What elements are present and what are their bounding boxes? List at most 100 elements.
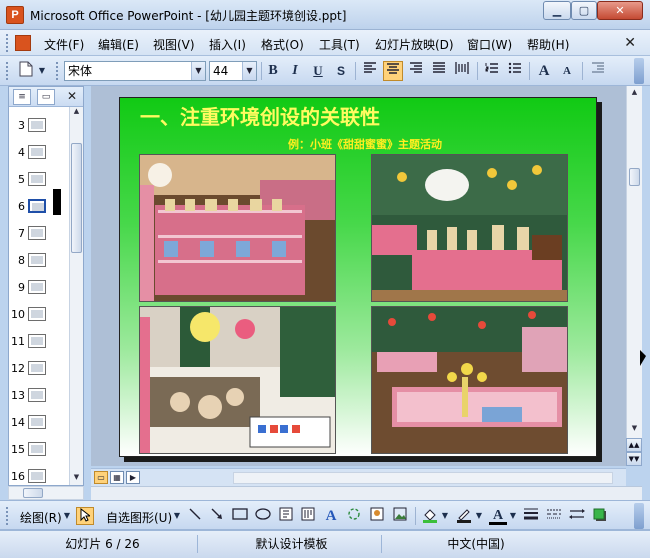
slide-thumbnail[interactable]: 9 xyxy=(9,277,69,297)
slide-thumbnail[interactable]: 4 xyxy=(9,142,69,162)
slide-thumbnail[interactable]: 11 xyxy=(9,331,69,351)
next-slide-icon[interactable]: ▼▼ xyxy=(626,452,642,466)
chevron-down-icon[interactable]: ▼ xyxy=(440,507,450,525)
clipart-icon[interactable] xyxy=(368,507,386,525)
chevron-down-icon[interactable]: ▼ xyxy=(242,62,256,80)
scroll-thumb[interactable] xyxy=(629,168,640,186)
dash-style-icon[interactable] xyxy=(545,507,563,525)
new-file-icon[interactable] xyxy=(16,61,36,81)
slide-title[interactable]: 一、注重环境创设的关联性 xyxy=(140,101,380,130)
bullets-icon[interactable] xyxy=(505,61,525,81)
toolbar-dropdown-icon[interactable]: ▼ xyxy=(37,61,47,81)
line-style-icon[interactable] xyxy=(522,507,540,525)
decrease-font-button[interactable]: A xyxy=(557,61,577,81)
document-icon[interactable] xyxy=(15,35,31,51)
line-color-icon[interactable] xyxy=(455,507,473,525)
normal-view-icon[interactable]: ▭ xyxy=(94,471,108,484)
close-window-button[interactable]: ✕ xyxy=(597,1,643,20)
slide-hscroll[interactable] xyxy=(233,472,613,484)
toolbar-grip[interactable] xyxy=(6,62,9,80)
autoshapes-menu-button[interactable]: 自选图形(U) xyxy=(106,509,172,526)
align-center-icon[interactable] xyxy=(383,61,403,81)
menu-format[interactable]: 格式(O) xyxy=(261,36,304,53)
scroll-up-icon[interactable]: ▲ xyxy=(71,107,82,119)
chevron-down-icon[interactable]: ▼ xyxy=(508,507,518,525)
line-tool-icon[interactable] xyxy=(186,507,204,525)
design-template-status[interactable]: 默认设计模板 xyxy=(202,535,382,553)
menu-file[interactable]: 文件(F) xyxy=(44,36,84,53)
align-left-icon[interactable] xyxy=(360,61,380,81)
slides-tab-icon[interactable]: ▭ xyxy=(37,89,55,105)
shadow-button[interactable]: S xyxy=(331,61,351,81)
close-document-icon[interactable]: ✕ xyxy=(624,35,636,51)
slide-thumbnail[interactable]: 7 xyxy=(9,223,69,243)
outline-tab-icon[interactable]: ≡ xyxy=(13,89,31,105)
toolbar-grip[interactable] xyxy=(6,507,9,525)
slideshow-view-icon[interactable]: ▶ xyxy=(126,471,140,484)
sweet-shop-display-photo[interactable] xyxy=(371,154,568,302)
bold-button[interactable]: B xyxy=(263,61,283,81)
font-size-select[interactable]: 44 ▼ xyxy=(209,61,257,81)
scroll-down-icon[interactable]: ▼ xyxy=(71,473,82,485)
slide-thumbnail[interactable]: 10 xyxy=(9,304,69,324)
insert-picture-icon[interactable] xyxy=(391,507,409,525)
slide-thumbnail[interactable]: 3 xyxy=(9,115,69,135)
menu-view[interactable]: 视图(V) xyxy=(153,36,195,53)
slide-thumbnail[interactable]: 5 xyxy=(9,169,69,189)
chevron-down-icon[interactable]: ▼ xyxy=(191,62,205,80)
decrease-indent-icon[interactable] xyxy=(588,61,608,81)
italic-button[interactable]: I xyxy=(285,61,305,81)
draw-menu-button[interactable]: 绘图(R) xyxy=(20,509,62,526)
slide-subtitle[interactable]: 例：小班《甜甜蜜蜜》主题活动 xyxy=(288,136,442,152)
slide-thumbnail[interactable]: 14 xyxy=(9,412,69,432)
rectangle-tool-icon[interactable] xyxy=(231,507,249,525)
slide-thumbnail[interactable]: 12 xyxy=(9,358,69,378)
arrow-tool-icon[interactable] xyxy=(208,507,226,525)
slides-pane-hscroll[interactable] xyxy=(8,486,84,500)
justify-icon[interactable] xyxy=(429,61,449,81)
slide-thumbnail[interactable]: 13 xyxy=(9,385,69,405)
distributed-align-icon[interactable] xyxy=(452,61,472,81)
font-color-icon[interactable]: A xyxy=(489,507,507,525)
close-pane-icon[interactable]: ✕ xyxy=(67,89,77,103)
slide-thumbnail[interactable]: 15 xyxy=(9,439,69,459)
previous-slide-icon[interactable]: ▲▲ xyxy=(626,438,642,452)
align-right-icon[interactable] xyxy=(406,61,426,81)
chevron-down-icon[interactable]: ▼ xyxy=(62,507,72,525)
chevron-down-icon[interactable]: ▼ xyxy=(172,507,182,525)
fill-color-icon[interactable] xyxy=(421,507,439,525)
current-slide[interactable]: 一、注重环境创设的关联性 例：小班《甜甜蜜蜜》主题活动 xyxy=(119,97,597,457)
font-name-select[interactable]: 宋体 ▼ xyxy=(64,61,206,81)
powerpoint-app-icon[interactable]: P xyxy=(6,6,24,24)
minimize-button[interactable]: ▁ xyxy=(543,1,571,20)
menu-window[interactable]: 窗口(W) xyxy=(467,36,512,53)
diagram-icon[interactable] xyxy=(345,507,363,525)
menu-grip[interactable] xyxy=(6,34,9,52)
shadow-style-icon[interactable] xyxy=(591,507,609,525)
scroll-up-icon[interactable]: ▲ xyxy=(629,88,640,100)
underline-button[interactable]: U xyxy=(308,61,328,81)
slides-pane-scrollbar[interactable]: ▲ ▼ xyxy=(69,107,83,485)
menu-tools[interactable]: 工具(T) xyxy=(319,36,360,53)
slide-scrollbar[interactable]: ▲ ▼ xyxy=(626,86,642,466)
slide-thumbnail[interactable]: 16 xyxy=(9,466,69,486)
toolbar-grip-2[interactable] xyxy=(56,62,59,80)
arrow-style-icon[interactable] xyxy=(568,507,586,525)
oval-tool-icon[interactable] xyxy=(254,507,272,525)
menu-slideshow[interactable]: 幻灯片放映(D) xyxy=(375,36,454,53)
vertical-textbox-icon[interactable] xyxy=(299,507,317,525)
increase-font-button[interactable]: A xyxy=(534,61,554,81)
menu-insert[interactable]: 插入(I) xyxy=(209,36,246,53)
numbering-icon[interactable] xyxy=(482,61,502,81)
toolbar-overflow-button[interactable] xyxy=(634,58,644,84)
scroll-down-icon[interactable]: ▼ xyxy=(629,424,640,436)
scroll-thumb[interactable] xyxy=(23,488,43,498)
menu-help[interactable]: 帮助(H) xyxy=(527,36,569,53)
classroom-table-photo[interactable] xyxy=(371,306,568,454)
chevron-down-icon[interactable]: ▼ xyxy=(474,507,484,525)
slide-sorter-icon[interactable]: ▦ xyxy=(110,471,124,484)
notes-pane[interactable] xyxy=(91,486,642,500)
textbox-tool-icon[interactable] xyxy=(277,507,295,525)
wordart-icon[interactable]: A xyxy=(322,507,340,525)
slide-thumbnail[interactable]: 8 xyxy=(9,250,69,270)
